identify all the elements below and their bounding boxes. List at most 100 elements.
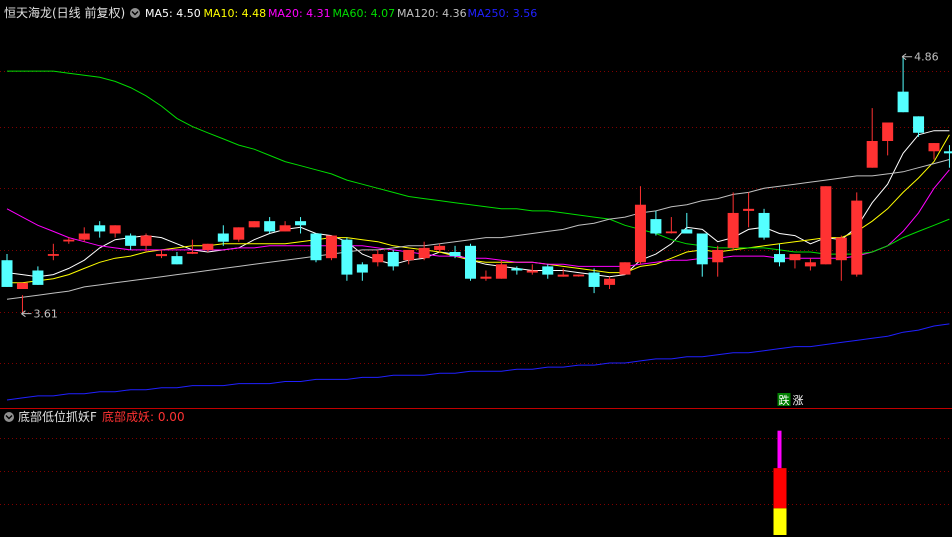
candle-body <box>851 200 863 275</box>
candle[interactable] <box>310 233 322 263</box>
candle[interactable] <box>264 217 276 234</box>
candle[interactable] <box>217 225 229 246</box>
candle-body <box>186 252 198 254</box>
candle[interactable] <box>804 258 816 271</box>
candle-body <box>804 262 816 267</box>
candle-body <box>650 219 662 234</box>
candle[interactable] <box>882 122 894 156</box>
candle[interactable] <box>696 233 708 277</box>
candle[interactable] <box>897 56 909 113</box>
candle[interactable] <box>186 239 198 255</box>
candle[interactable] <box>94 221 106 238</box>
candle[interactable] <box>295 217 307 234</box>
candle[interactable] <box>758 208 770 240</box>
ma-lines <box>6 70 950 401</box>
indicator-value: 底部成妖: 0.00 <box>102 409 185 424</box>
ma-legend-item: MA10: 4.48 <box>203 7 266 20</box>
candle[interactable] <box>928 143 940 160</box>
candle-body <box>341 239 353 275</box>
candle-body <box>140 235 152 246</box>
candle[interactable] <box>573 274 585 277</box>
candle[interactable] <box>851 192 863 277</box>
candle-body <box>449 252 461 257</box>
candle-body <box>557 274 569 277</box>
candle[interactable] <box>943 145 952 168</box>
candle[interactable] <box>588 268 600 294</box>
candle[interactable] <box>820 186 832 265</box>
candle[interactable] <box>727 192 739 250</box>
candle-body <box>387 252 399 267</box>
candle-body <box>665 231 677 234</box>
candle-body <box>882 122 894 141</box>
candle[interactable] <box>634 186 646 265</box>
candle-body <box>47 254 59 256</box>
candle[interactable] <box>557 268 569 277</box>
candle[interactable] <box>1 254 13 287</box>
candle-body <box>109 225 121 234</box>
candle[interactable] <box>480 270 492 281</box>
candle[interactable] <box>16 282 28 314</box>
candle[interactable] <box>47 243 59 261</box>
candle[interactable] <box>109 225 121 238</box>
candle[interactable] <box>604 276 616 289</box>
stock-chart[interactable]: 4.86 3.61 跌涨 恒天海龙(日线 前复权) MA5: 4.50 MA10: … <box>0 0 952 537</box>
candle[interactable] <box>665 217 677 234</box>
ma-legend-item: MA120: 4.36 <box>397 7 467 20</box>
indicator-panel: 跌涨 <box>773 393 804 535</box>
candle-body <box>310 233 322 261</box>
indicator-bar-segment <box>773 508 787 535</box>
candle[interactable] <box>650 210 662 236</box>
price-annotations: 4.86 3.61 <box>21 51 939 321</box>
candle[interactable] <box>789 254 801 269</box>
candle-body <box>495 264 507 279</box>
candle[interactable] <box>325 235 337 261</box>
candle[interactable] <box>542 264 554 279</box>
chevron-down-icon[interactable] <box>4 412 14 422</box>
candle[interactable] <box>681 212 693 234</box>
candle-body <box>835 237 847 261</box>
candle[interactable] <box>125 233 137 250</box>
candle[interactable] <box>78 227 90 242</box>
candle-body <box>1 260 13 287</box>
price-annotation: 4.86 <box>901 51 939 64</box>
candle[interactable] <box>233 227 245 242</box>
candle[interactable] <box>526 264 538 275</box>
candle-body <box>16 282 28 290</box>
candle[interactable] <box>465 243 476 281</box>
candle[interactable] <box>372 249 384 267</box>
candle-body <box>63 239 75 242</box>
candle-body <box>619 262 631 275</box>
candle[interactable] <box>356 262 368 281</box>
candle-body <box>712 249 724 263</box>
indicator-grid <box>0 438 952 505</box>
candle-body <box>820 186 832 265</box>
candle[interactable] <box>743 192 755 228</box>
ma-line-ma5 <box>6 130 950 278</box>
candle-body <box>94 225 106 232</box>
candle[interactable] <box>248 221 260 228</box>
candle[interactable] <box>835 235 847 281</box>
candle[interactable] <box>418 241 430 261</box>
price-grid <box>0 71 952 364</box>
candle[interactable] <box>32 266 44 285</box>
candle-body <box>264 221 276 232</box>
candle-body <box>588 272 600 287</box>
tag-die: 跌 <box>779 393 790 407</box>
candle[interactable] <box>712 245 724 277</box>
candle-body <box>78 233 90 240</box>
chevron-down-icon[interactable] <box>130 8 140 18</box>
candle[interactable] <box>495 260 507 279</box>
candle[interactable] <box>387 249 399 271</box>
candle[interactable] <box>774 243 785 267</box>
candle-body <box>465 245 476 279</box>
candle[interactable] <box>279 221 291 232</box>
indicator-title: 底部低位抓妖F <box>18 409 97 424</box>
candle[interactable] <box>140 233 152 253</box>
candle[interactable] <box>156 249 167 259</box>
candle[interactable] <box>619 262 631 275</box>
candle[interactable] <box>171 252 183 265</box>
candle-body <box>928 143 940 152</box>
candle[interactable] <box>866 108 878 168</box>
candle[interactable] <box>341 237 353 281</box>
candle[interactable] <box>403 249 415 265</box>
